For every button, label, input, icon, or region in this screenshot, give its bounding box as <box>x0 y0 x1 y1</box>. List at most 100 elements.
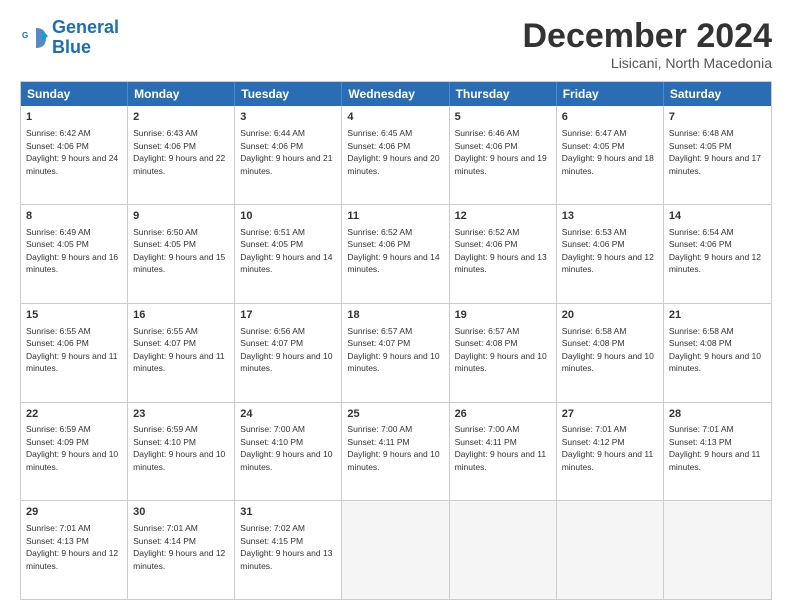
day-cell: 28Sunrise: 7:01 AMSunset: 4:13 PMDayligh… <box>664 403 771 501</box>
header-friday: Friday <box>557 82 664 106</box>
day-info: Sunrise: 6:51 AMSunset: 4:05 PMDaylight:… <box>240 227 332 274</box>
day-info: Sunrise: 7:02 AMSunset: 4:15 PMDaylight:… <box>240 523 332 570</box>
day-cell: 19Sunrise: 6:57 AMSunset: 4:08 PMDayligh… <box>450 304 557 402</box>
header-saturday: Saturday <box>664 82 771 106</box>
day-cell: 17 Sunrise: 6:56 AMSunset: 4:07 PMDayligh… <box>235 304 342 402</box>
day-number: 11 <box>347 209 443 224</box>
day-number: 13 <box>562 209 658 224</box>
day-cell: 20 Sunrise: 6:58 AMSunset: 4:08 PMDayligh… <box>557 304 664 402</box>
logo: G GeneralBlue <box>20 18 119 58</box>
day-number: 16 <box>133 308 229 323</box>
day-number: 24 <box>240 407 336 422</box>
day-info: Sunrise: 7:00 AMSunset: 4:11 PMDaylight:… <box>347 424 439 471</box>
day-cell: 18 Sunrise: 6:57 AMSunset: 4:07 PMDayligh… <box>342 304 449 402</box>
day-number: 7 <box>669 110 766 125</box>
day-number: 31 <box>240 505 336 520</box>
day-number: 6 <box>562 110 658 125</box>
day-number: 26 <box>455 407 551 422</box>
day-info: Sunrise: 6:54 AMSunset: 4:06 PMDaylight:… <box>669 227 761 274</box>
day-cell: 21Sunrise: 6:58 AMSunset: 4:08 PMDayligh… <box>664 304 771 402</box>
day-number: 20 <box>562 308 658 323</box>
day-number: 25 <box>347 407 443 422</box>
day-cell: 6 Sunrise: 6:47 AMSunset: 4:05 PMDaylight… <box>557 106 664 204</box>
day-number: 27 <box>562 407 658 422</box>
day-info: Sunrise: 6:59 AMSunset: 4:10 PMDaylight:… <box>133 424 225 471</box>
week-row-2: 8Sunrise: 6:49 AMSunset: 4:05 PMDaylight… <box>21 205 771 304</box>
day-info: Sunrise: 6:58 AMSunset: 4:08 PMDaylight:… <box>562 326 654 373</box>
day-cell: 25 Sunrise: 7:00 AMSunset: 4:11 PMDayligh… <box>342 403 449 501</box>
day-cell: 9 Sunrise: 6:50 AMSunset: 4:05 PMDaylight… <box>128 205 235 303</box>
header-wednesday: Wednesday <box>342 82 449 106</box>
day-cell: 7 Sunrise: 6:48 AMSunset: 4:05 PMDaylight… <box>664 106 771 204</box>
day-number: 29 <box>26 505 122 520</box>
day-info: Sunrise: 6:55 AMSunset: 4:07 PMDaylight:… <box>133 326 225 373</box>
day-cell <box>664 501 771 599</box>
month-title: December 2024 <box>522 18 772 55</box>
day-number: 2 <box>133 110 229 125</box>
day-number: 14 <box>669 209 766 224</box>
day-cell: 30 Sunrise: 7:01 AMSunset: 4:14 PMDayligh… <box>128 501 235 599</box>
day-cell: 10 Sunrise: 6:51 AMSunset: 4:05 PMDayligh… <box>235 205 342 303</box>
subtitle: Lisicani, North Macedonia <box>522 55 772 71</box>
day-info: Sunrise: 6:56 AMSunset: 4:07 PMDaylight:… <box>240 326 332 373</box>
day-number: 30 <box>133 505 229 520</box>
day-number: 17 <box>240 308 336 323</box>
header: G GeneralBlue December 2024 Lisicani, No… <box>20 18 772 71</box>
page: G GeneralBlue December 2024 Lisicani, No… <box>0 0 792 612</box>
logo-icon: G <box>20 24 48 52</box>
day-cell: 13Sunrise: 6:53 AMSunset: 4:06 PMDayligh… <box>557 205 664 303</box>
day-number: 28 <box>669 407 766 422</box>
day-number: 18 <box>347 308 443 323</box>
day-cell <box>450 501 557 599</box>
day-info: Sunrise: 6:59 AMSunset: 4:09 PMDaylight:… <box>26 424 118 471</box>
day-cell: 11Sunrise: 6:52 AMSunset: 4:06 PMDayligh… <box>342 205 449 303</box>
day-info: Sunrise: 7:01 AMSunset: 4:12 PMDaylight:… <box>562 424 654 471</box>
day-cell: 2Sunrise: 6:43 AMSunset: 4:06 PMDaylight… <box>128 106 235 204</box>
day-cell: 14 Sunrise: 6:54 AMSunset: 4:06 PMDayligh… <box>664 205 771 303</box>
day-number: 23 <box>133 407 229 422</box>
week-row-4: 22 Sunrise: 6:59 AMSunset: 4:09 PMDayligh… <box>21 403 771 502</box>
day-cell: 23 Sunrise: 6:59 AMSunset: 4:10 PMDayligh… <box>128 403 235 501</box>
day-cell: 8Sunrise: 6:49 AMSunset: 4:05 PMDaylight… <box>21 205 128 303</box>
day-number: 8 <box>26 209 122 224</box>
calendar-body: 1 Sunrise: 6:42 AMSunset: 4:06 PMDaylight… <box>21 106 771 599</box>
day-number: 10 <box>240 209 336 224</box>
day-number: 22 <box>26 407 122 422</box>
day-info: Sunrise: 6:44 AMSunset: 4:06 PMDaylight:… <box>240 128 332 175</box>
day-info: Sunrise: 6:57 AMSunset: 4:08 PMDaylight:… <box>455 326 547 373</box>
day-cell: 4 Sunrise: 6:45 AMSunset: 4:06 PMDaylight… <box>342 106 449 204</box>
day-cell: 3 Sunrise: 6:44 AMSunset: 4:06 PMDaylight… <box>235 106 342 204</box>
day-info: Sunrise: 6:57 AMSunset: 4:07 PMDaylight:… <box>347 326 439 373</box>
day-number: 4 <box>347 110 443 125</box>
header-tuesday: Tuesday <box>235 82 342 106</box>
logo-text: GeneralBlue <box>52 18 119 58</box>
day-info: Sunrise: 6:50 AMSunset: 4:05 PMDaylight:… <box>133 227 225 274</box>
day-info: Sunrise: 6:46 AMSunset: 4:06 PMDaylight:… <box>455 128 547 175</box>
day-cell: 12Sunrise: 6:52 AMSunset: 4:06 PMDayligh… <box>450 205 557 303</box>
day-info: Sunrise: 6:47 AMSunset: 4:05 PMDaylight:… <box>562 128 654 175</box>
header-sunday: Sunday <box>21 82 128 106</box>
day-cell: 22 Sunrise: 6:59 AMSunset: 4:09 PMDayligh… <box>21 403 128 501</box>
day-cell: 31 Sunrise: 7:02 AMSunset: 4:15 PMDayligh… <box>235 501 342 599</box>
day-info: Sunrise: 7:01 AMSunset: 4:13 PMDaylight:… <box>26 523 118 570</box>
day-number: 21 <box>669 308 766 323</box>
calendar: Sunday Monday Tuesday Wednesday Thursday… <box>20 81 772 600</box>
day-cell: 5 Sunrise: 6:46 AMSunset: 4:06 PMDaylight… <box>450 106 557 204</box>
day-number: 5 <box>455 110 551 125</box>
week-row-5: 29 Sunrise: 7:01 AMSunset: 4:13 PMDayligh… <box>21 501 771 599</box>
day-info: Sunrise: 6:42 AMSunset: 4:06 PMDaylight:… <box>26 128 118 175</box>
day-number: 1 <box>26 110 122 125</box>
day-cell <box>557 501 664 599</box>
day-cell: 27 Sunrise: 7:01 AMSunset: 4:12 PMDayligh… <box>557 403 664 501</box>
day-number: 9 <box>133 209 229 224</box>
header-monday: Monday <box>128 82 235 106</box>
day-cell: 16 Sunrise: 6:55 AMSunset: 4:07 PMDayligh… <box>128 304 235 402</box>
day-cell: 24Sunrise: 7:00 AMSunset: 4:10 PMDayligh… <box>235 403 342 501</box>
day-info: Sunrise: 6:48 AMSunset: 4:05 PMDaylight:… <box>669 128 761 175</box>
day-number: 3 <box>240 110 336 125</box>
day-info: Sunrise: 6:55 AMSunset: 4:06 PMDaylight:… <box>26 326 118 373</box>
title-block: December 2024 Lisicani, North Macedonia <box>522 18 772 71</box>
day-info: Sunrise: 7:01 AMSunset: 4:14 PMDaylight:… <box>133 523 225 570</box>
svg-text:G: G <box>22 31 28 40</box>
day-info: Sunrise: 6:45 AMSunset: 4:06 PMDaylight:… <box>347 128 439 175</box>
